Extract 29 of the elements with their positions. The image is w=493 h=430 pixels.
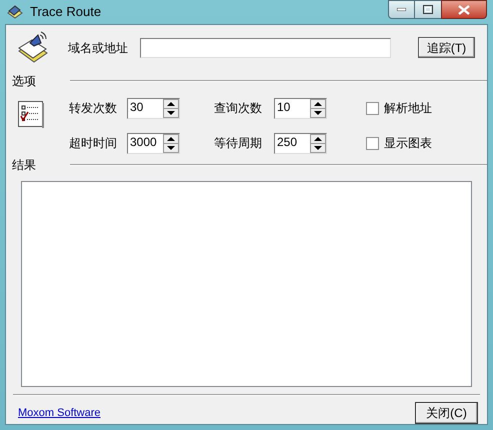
checkbox-label: 解析地址 — [384, 100, 432, 118]
antenna-document-icon — [16, 30, 50, 65]
window-title: Trace Route — [30, 3, 102, 22]
link[interactable]: Moxom Software — [18, 404, 101, 422]
close-button[interactable]: 关闭(C) — [415, 402, 478, 424]
address-label: 域名或地址 — [68, 40, 129, 57]
spin-box[interactable]: 30 — [127, 98, 180, 119]
options-heading: 选项 — [12, 72, 37, 90]
field-label: 等待周期 — [214, 135, 263, 152]
minimize-icon — [397, 8, 406, 11]
maximize-button[interactable] — [415, 0, 441, 19]
checkbox[interactable] — [366, 136, 379, 150]
results-heading: 结果 — [12, 156, 37, 174]
field-label: 转发次数 — [69, 100, 118, 118]
trace-button[interactable]: 追踪(T) — [418, 37, 475, 58]
minimize-button[interactable] — [388, 0, 415, 19]
spin-box[interactable]: 10 — [274, 98, 327, 119]
checkbox[interactable] — [366, 102, 379, 115]
close-button[interactable] — [441, 0, 487, 19]
spin-box[interactable]: 3000 — [127, 132, 180, 154]
field-label: 超时时间 — [69, 135, 118, 152]
address-field[interactable] — [140, 38, 391, 58]
close-icon — [458, 4, 470, 14]
app-icon — [6, 4, 24, 20]
spin-box[interactable]: 250 — [274, 132, 327, 154]
maximize-icon — [423, 5, 433, 14]
checklist-icon — [18, 100, 44, 128]
checkbox-label: 显示图表 — [384, 135, 432, 152]
field-label: 查询次数 — [214, 100, 263, 118]
